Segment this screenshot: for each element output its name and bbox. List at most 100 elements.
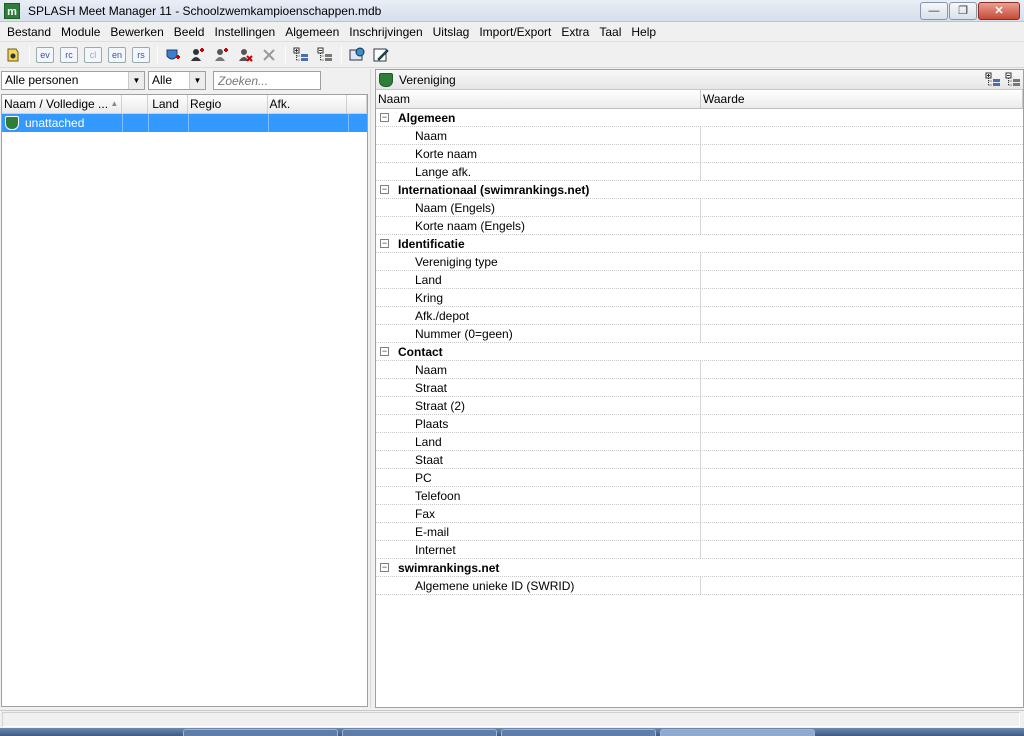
property-row[interactable]: Staat	[376, 451, 1023, 469]
property-row[interactable]: Telefoon	[376, 487, 1023, 505]
results-button[interactable]: rs	[131, 45, 151, 65]
open-icon[interactable]	[3, 45, 23, 65]
collapse-icon[interactable]: −	[380, 113, 389, 122]
list-item[interactable]: unattached	[2, 114, 367, 132]
add-athlete-icon[interactable]	[187, 45, 207, 65]
property-row[interactable]: Naam	[376, 127, 1023, 145]
taskbar-item[interactable]	[183, 729, 338, 736]
column-header-naam[interactable]: Naam	[376, 90, 701, 108]
property-row[interactable]: Vereniging type	[376, 253, 1023, 271]
delete-icon[interactable]	[259, 45, 279, 65]
close-button[interactable]: ✕	[978, 2, 1020, 20]
property-row[interactable]: Afk./depot	[376, 307, 1023, 325]
property-row[interactable]: PC	[376, 469, 1023, 487]
taskbar-item[interactable]	[342, 729, 497, 736]
menu-extra[interactable]: Extra	[556, 22, 594, 42]
menu-module[interactable]: Module	[56, 22, 105, 42]
menu-uitslag[interactable]: Uitslag	[428, 22, 475, 42]
property-value[interactable]	[701, 433, 1023, 450]
collapse-icon[interactable]: −	[380, 185, 389, 194]
remove-athlete-icon[interactable]	[235, 45, 255, 65]
collapse-icon[interactable]: −	[380, 239, 389, 248]
property-value[interactable]	[701, 487, 1023, 504]
property-row[interactable]: Fax	[376, 505, 1023, 523]
web-export-icon[interactable]	[347, 45, 367, 65]
property-value[interactable]	[701, 253, 1023, 270]
collapse-all-icon[interactable]	[315, 45, 335, 65]
property-value[interactable]	[701, 289, 1023, 306]
property-group[interactable]: − Contact	[376, 343, 1023, 361]
chevron-down-icon[interactable]: ▼	[189, 72, 205, 89]
collapse-all-icon[interactable]	[1005, 72, 1021, 88]
property-row[interactable]: Land	[376, 433, 1023, 451]
menu-instellingen[interactable]: Instellingen	[209, 22, 280, 42]
property-row[interactable]: Land	[376, 271, 1023, 289]
property-value[interactable]	[701, 325, 1023, 342]
events-button[interactable]: ev	[35, 45, 55, 65]
property-value[interactable]	[701, 451, 1023, 468]
menu-bewerken[interactable]: Bewerken	[105, 22, 168, 42]
property-value[interactable]	[701, 361, 1023, 378]
entries-button[interactable]: en	[107, 45, 127, 65]
property-row[interactable]: E-mail	[376, 523, 1023, 541]
column-header-regio[interactable]: Regio	[188, 95, 268, 113]
column-header-extra[interactable]	[347, 95, 368, 113]
clubs-button[interactable]: cl	[83, 45, 103, 65]
property-value[interactable]	[701, 307, 1023, 324]
property-row[interactable]: Algemene unieke ID (SWRID)	[376, 577, 1023, 595]
property-value[interactable]	[701, 163, 1023, 180]
app-icon[interactable]: m	[4, 2, 20, 19]
property-value[interactable]	[701, 145, 1023, 162]
property-row[interactable]: Straat	[376, 379, 1023, 397]
property-value[interactable]	[701, 127, 1023, 144]
maximize-button[interactable]: ❐	[949, 2, 977, 20]
column-header-name[interactable]: Naam / Volledige ... ▲	[2, 95, 123, 113]
minimize-button[interactable]: —	[920, 2, 948, 20]
property-value[interactable]	[701, 271, 1023, 288]
property-value[interactable]	[701, 217, 1023, 234]
property-value[interactable]	[701, 541, 1023, 558]
search-input[interactable]	[213, 71, 321, 90]
menu-bestand[interactable]: Bestand	[2, 22, 56, 42]
property-row[interactable]: Naam (Engels)	[376, 199, 1023, 217]
add-club-icon[interactable]	[163, 45, 183, 65]
menu-beeld[interactable]: Beeld	[169, 22, 210, 42]
property-row[interactable]: Plaats	[376, 415, 1023, 433]
expand-all-icon[interactable]	[985, 72, 1001, 88]
menu-help[interactable]: Help	[626, 22, 661, 42]
column-header-afk[interactable]: Afk.	[268, 95, 348, 113]
column-header-flag[interactable]	[122, 95, 149, 113]
property-group[interactable]: − Internationaal (swimrankings.net)	[376, 181, 1023, 199]
property-value[interactable]	[701, 415, 1023, 432]
column-header-land[interactable]: Land	[148, 95, 188, 113]
collapse-icon[interactable]: −	[380, 563, 389, 572]
records-button[interactable]: rc	[59, 45, 79, 65]
chevron-down-icon[interactable]: ▼	[128, 72, 144, 89]
edit-icon[interactable]	[371, 45, 391, 65]
property-group[interactable]: − swimrankings.net	[376, 559, 1023, 577]
property-row[interactable]: Korte naam (Engels)	[376, 217, 1023, 235]
property-group[interactable]: − Algemeen	[376, 109, 1023, 127]
menu-inschrijvingen[interactable]: Inschrijvingen	[344, 22, 427, 42]
persons-filter-select[interactable]: Alle personen ▼	[1, 71, 145, 90]
expand-all-icon[interactable]	[291, 45, 311, 65]
property-value[interactable]	[701, 469, 1023, 486]
property-row[interactable]: Korte naam	[376, 145, 1023, 163]
taskbar-item[interactable]	[501, 729, 656, 736]
menu-taal[interactable]: Taal	[594, 22, 626, 42]
property-row[interactable]: Naam	[376, 361, 1023, 379]
property-row[interactable]: Straat (2)	[376, 397, 1023, 415]
taskbar-item[interactable]	[660, 729, 815, 736]
property-value[interactable]	[701, 379, 1023, 396]
property-row[interactable]: Internet	[376, 541, 1023, 559]
menu-import-export[interactable]: Import/Export	[474, 22, 556, 42]
property-row[interactable]: Nummer (0=geen)	[376, 325, 1023, 343]
property-row[interactable]: Lange afk.	[376, 163, 1023, 181]
property-value[interactable]	[701, 199, 1023, 216]
property-row[interactable]: Kring	[376, 289, 1023, 307]
property-value[interactable]	[701, 523, 1023, 540]
add-official-icon[interactable]	[211, 45, 231, 65]
scope-filter-select[interactable]: Alle ▼	[148, 71, 206, 90]
property-value[interactable]	[701, 397, 1023, 414]
property-value[interactable]	[701, 505, 1023, 522]
